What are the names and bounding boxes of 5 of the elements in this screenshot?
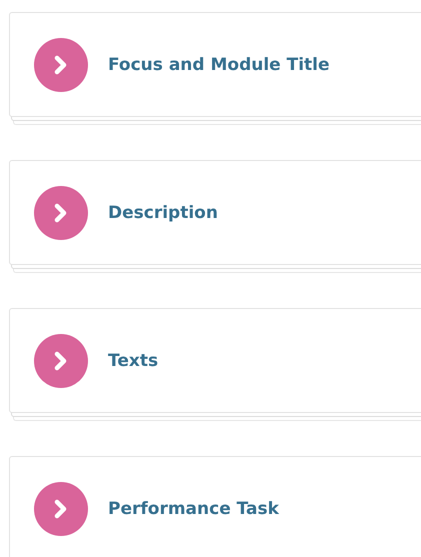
accordion-header[interactable]: Performance Task bbox=[9, 456, 421, 557]
chevron-icon bbox=[34, 482, 88, 536]
chevron-icon bbox=[34, 186, 88, 240]
chevron-icon bbox=[34, 38, 88, 92]
chevron-icon bbox=[34, 334, 88, 388]
